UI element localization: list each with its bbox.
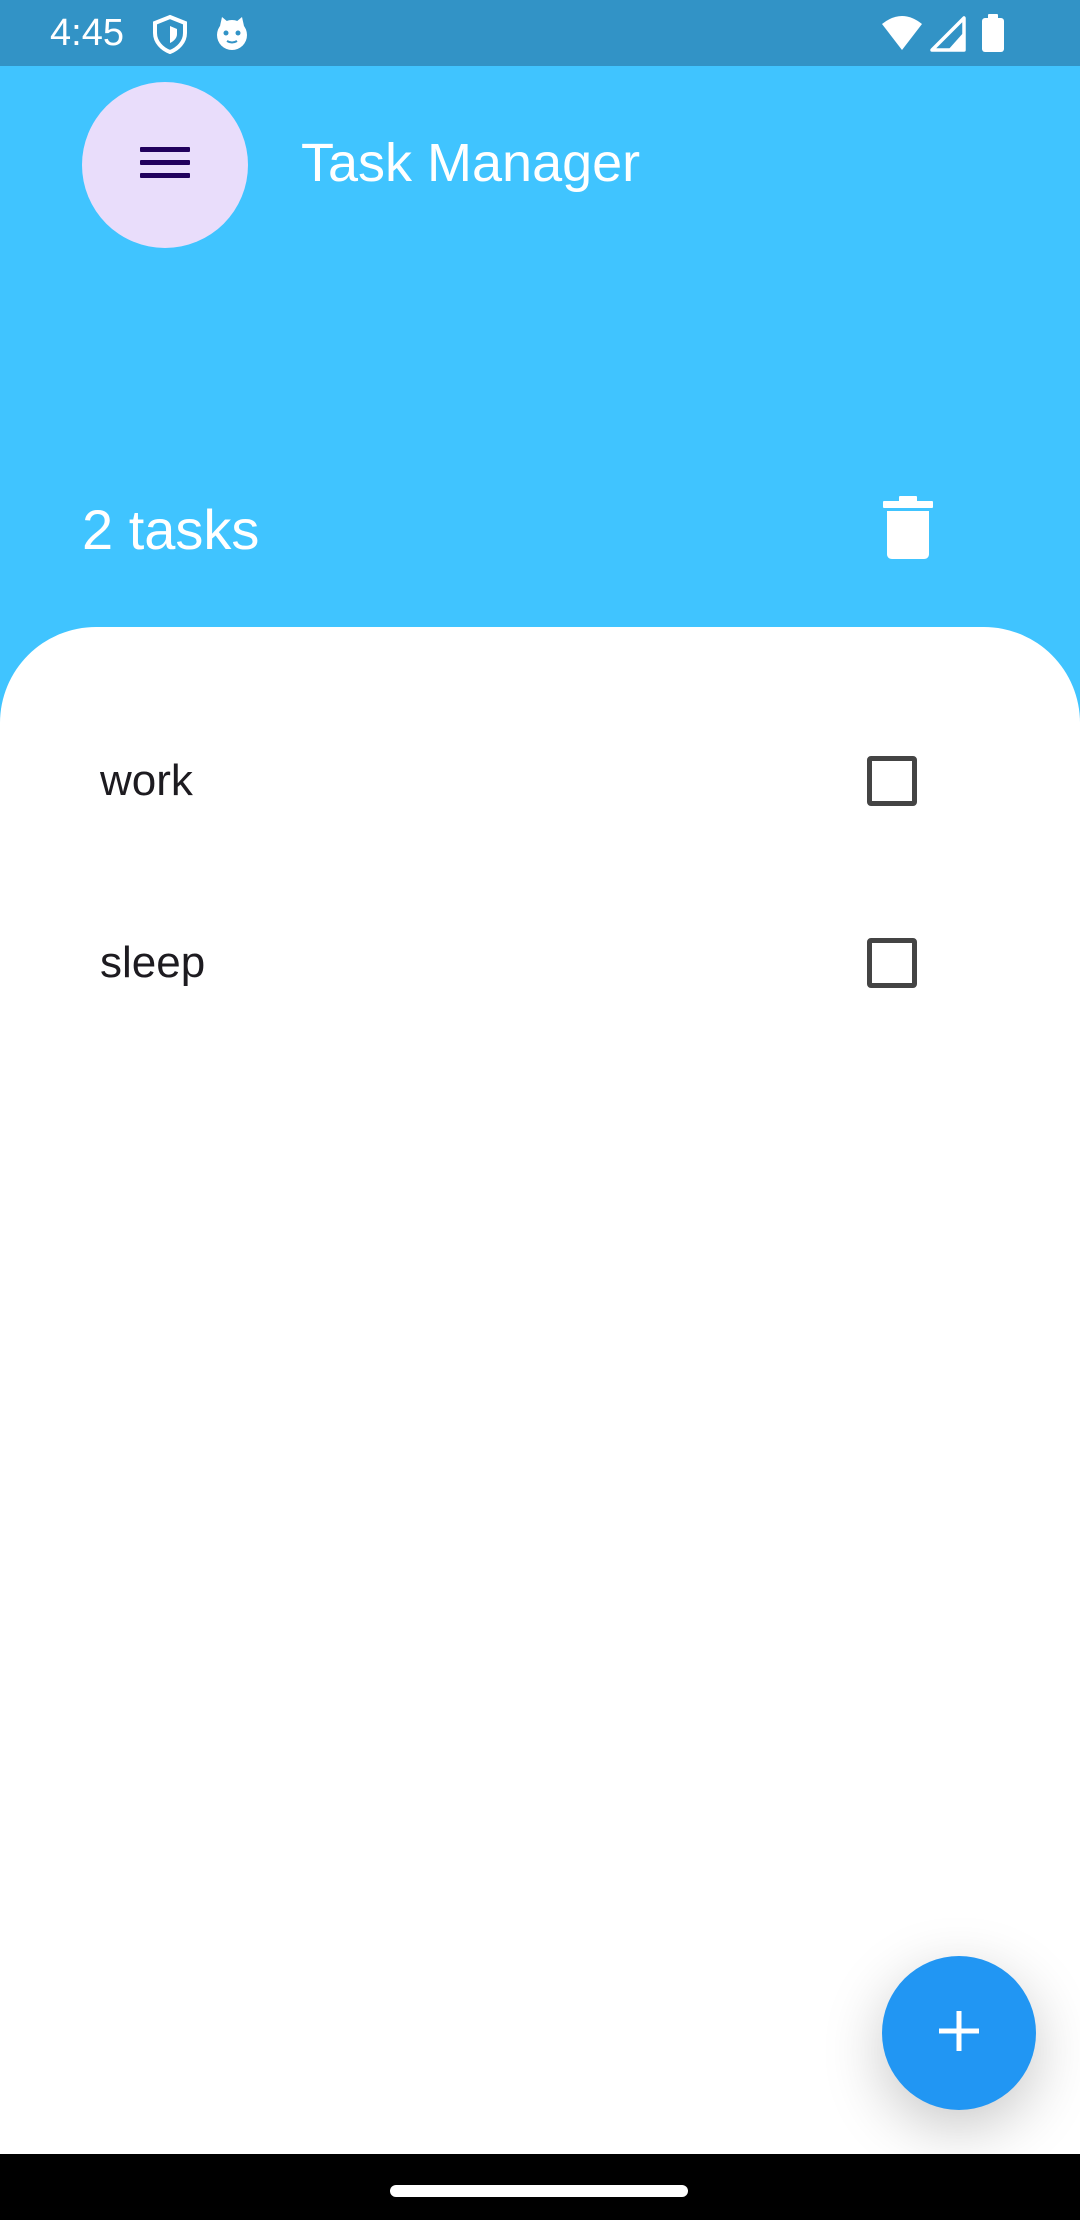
delete-button[interactable] — [868, 490, 948, 570]
task-manager-screen: 4:45 Task Manager 2 tasks work sleep — [0, 0, 1080, 2220]
task-label: sleep — [100, 938, 206, 987]
task-label: work — [100, 756, 193, 805]
task-checkbox[interactable] — [867, 756, 917, 806]
plus-icon — [937, 2009, 981, 2058]
cat-face-icon — [212, 14, 252, 54]
status-bar: 4:45 — [0, 0, 1080, 66]
status-time: 4:45 — [50, 12, 124, 54]
battery-icon — [980, 14, 1006, 54]
menu-button[interactable] — [82, 82, 248, 248]
home-gesture-handle[interactable] — [390, 2185, 688, 2197]
app-title: Task Manager — [301, 133, 641, 193]
hamburger-menu-icon — [138, 143, 192, 188]
task-list-sheet: work sleep — [0, 627, 1080, 2154]
task-count-label: 2 tasks — [82, 498, 260, 561]
shield-icon — [150, 14, 190, 55]
task-row[interactable]: sleep — [0, 905, 1080, 1025]
navigation-bar — [0, 2154, 1080, 2220]
task-checkbox[interactable] — [867, 938, 917, 988]
wifi-icon — [880, 14, 924, 54]
trash-icon — [883, 495, 933, 565]
cell-signal-icon — [928, 14, 968, 54]
task-row[interactable]: work — [0, 723, 1080, 843]
add-task-fab[interactable] — [882, 1956, 1036, 2110]
